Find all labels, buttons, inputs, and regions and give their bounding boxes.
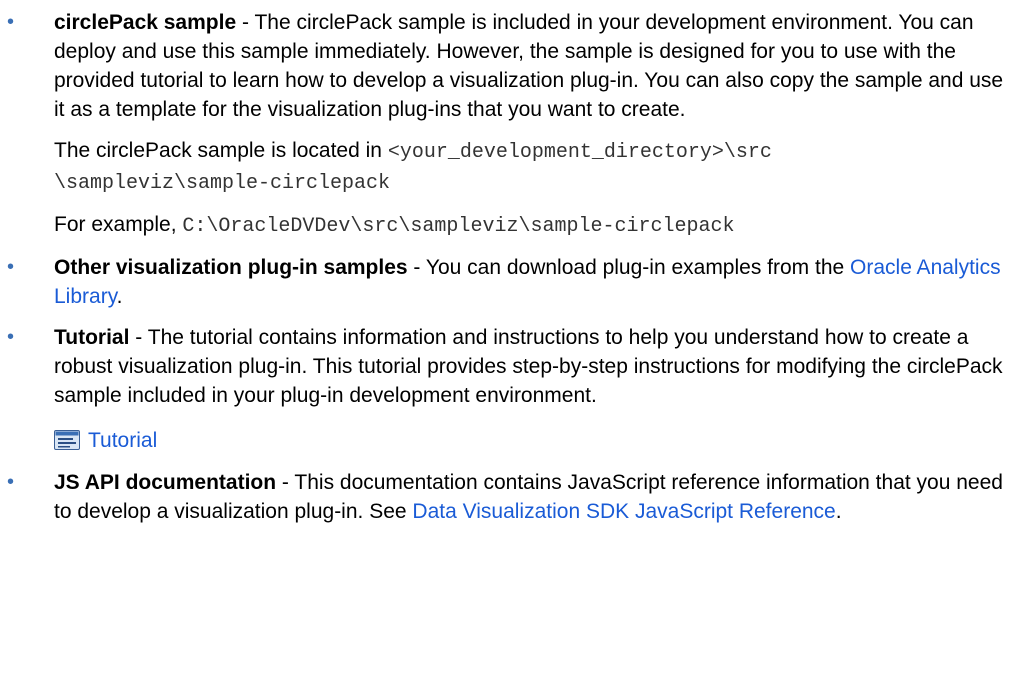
location-path-part-1: <your_development_directory>\src bbox=[387, 141, 772, 164]
list-item-js-api-docs: • JS API documentation - This documentat… bbox=[0, 468, 1031, 526]
js-reference-link[interactable]: Data Visualization SDK JavaScript Refere… bbox=[412, 500, 835, 523]
location-prefix: The circlePack sample is located in bbox=[54, 139, 388, 162]
separator: - bbox=[276, 471, 295, 494]
other-samples-description: Other visualization plug-in samples - Yo… bbox=[54, 253, 1019, 311]
location-path-part-2: \sampleviz\sample-circlepack bbox=[54, 172, 391, 195]
period: . bbox=[835, 500, 842, 523]
separator: - bbox=[129, 326, 148, 349]
list-item-circlepack-sample: • circlePack sample - The circlePack sam… bbox=[0, 8, 1031, 241]
term-other-samples: Other visualization plug-in samples bbox=[54, 256, 408, 279]
separator: - bbox=[407, 256, 426, 279]
tutorial-link[interactable]: Tutorial bbox=[88, 426, 157, 455]
document-body: • circlePack sample - The circlePack sam… bbox=[0, 0, 1031, 526]
term-js-api-documentation: JS API documentation bbox=[54, 471, 277, 494]
term-circlepack-sample: circlePack sample bbox=[54, 11, 237, 34]
example-path: C:\OracleDVDev\src\sampleviz\sample-circ… bbox=[182, 215, 735, 238]
js-api-description: JS API documentation - This documentatio… bbox=[54, 468, 1019, 526]
other-samples-text: You can download plug-in examples from t… bbox=[425, 256, 851, 279]
separator: - bbox=[236, 11, 255, 34]
bullet-marker: • bbox=[7, 11, 15, 33]
circlepack-description: circlePack sample - The circlePack sampl… bbox=[54, 8, 1019, 124]
bullet-marker: • bbox=[7, 471, 15, 493]
resource-list: • circlePack sample - The circlePack sam… bbox=[0, 8, 1031, 526]
circlepack-example: For example, C:\OracleDVDev\src\samplevi… bbox=[54, 210, 1019, 241]
bullet-marker: • bbox=[7, 326, 15, 348]
tutorial-link-row[interactable]: Tutorial bbox=[54, 424, 1019, 456]
period: . bbox=[116, 285, 123, 308]
tutorial-text: The tutorial contains information and in… bbox=[54, 326, 1003, 407]
tutorial-book-icon bbox=[54, 430, 80, 450]
tutorial-description: Tutorial - The tutorial contains informa… bbox=[54, 323, 1019, 410]
circlepack-location: The circlePack sample is located in <you… bbox=[54, 136, 1019, 198]
bullet-marker: • bbox=[7, 256, 15, 278]
list-item-other-samples: • Other visualization plug-in samples - … bbox=[0, 253, 1031, 311]
term-tutorial: Tutorial bbox=[54, 326, 130, 349]
list-item-tutorial: • Tutorial - The tutorial contains infor… bbox=[0, 323, 1031, 456]
example-prefix: For example, bbox=[54, 213, 183, 236]
